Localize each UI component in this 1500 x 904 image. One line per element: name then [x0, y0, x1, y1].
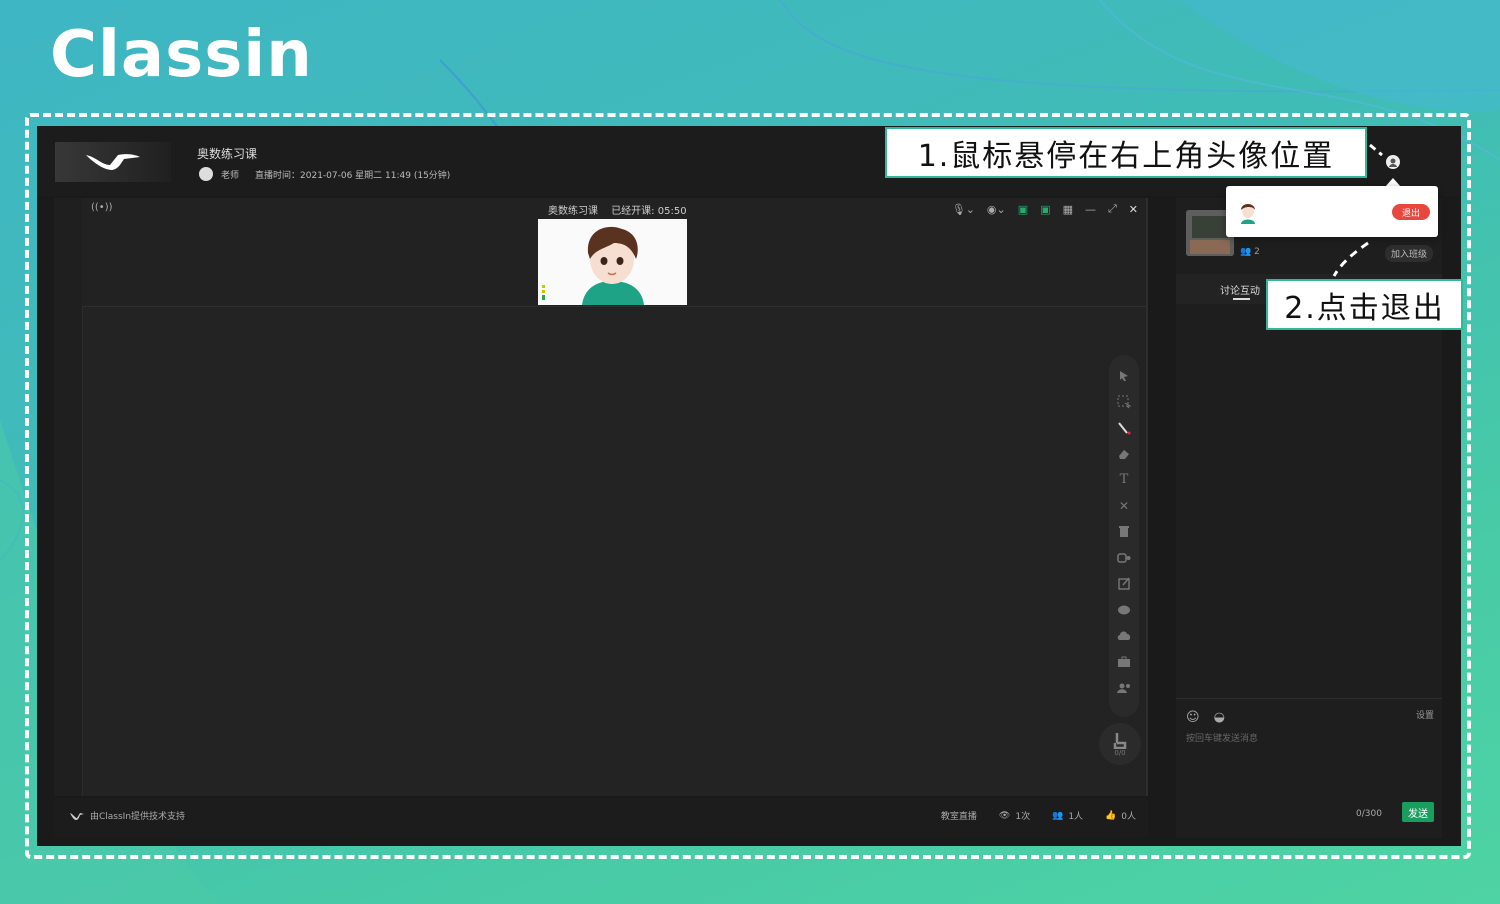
- powered-by: 由ClassIn提供技术支持: [70, 809, 185, 822]
- user-popup: 退出: [1226, 186, 1438, 237]
- teacher-avatar: [199, 167, 213, 181]
- course-title: 奥数练习课: [197, 147, 258, 161]
- chat-input[interactable]: 按回车键发送消息: [1186, 731, 1258, 744]
- views-count: 1次: [1015, 812, 1031, 822]
- broadcast-icon: ((•)): [91, 202, 113, 213]
- tab-discuss[interactable]: 讨论互动: [1220, 282, 1260, 297]
- hand-count: 0/0: [1114, 749, 1126, 757]
- people-icon: 👥: [1052, 810, 1064, 821]
- elapsed-time: 已经开课: 05:50: [611, 206, 687, 217]
- close-icon[interactable]: ✕: [1129, 203, 1138, 216]
- people-count: 1人: [1068, 812, 1084, 822]
- toolbox-icon[interactable]: [1116, 653, 1132, 670]
- image-icon[interactable]: ◒: [1214, 710, 1225, 725]
- live-time: 直播时间：2021-07-06 星期二 11:49 (15分钟): [255, 170, 451, 181]
- eye-icon: 👁: [998, 810, 1011, 821]
- hand-icon: [1113, 733, 1127, 749]
- stage-left-bar: [54, 198, 83, 796]
- likes-count: 0人: [1121, 812, 1136, 822]
- likes-stat: 👍 0人: [1105, 809, 1136, 823]
- text-icon[interactable]: T: [1116, 471, 1132, 488]
- classroom-stage[interactable]: ((•)) 奥数练习课 已经开课: 05:50 🎙⌄ ◉⌄ ▣ ▣ ▦ — ⤢ …: [54, 198, 1148, 796]
- stage-toolbar: 🎙⌄ ◉⌄ ▣ ▣ ▦ — ⤢ ✕: [952, 202, 1138, 216]
- whiteboard-toolbar: T ✕: [1109, 355, 1139, 717]
- char-count: 0/300: [1356, 809, 1382, 819]
- fullscreen-icon[interactable]: ⤢: [1108, 202, 1117, 216]
- people-stat: 👥 1人: [1052, 809, 1084, 823]
- cloud-icon[interactable]: [1116, 627, 1132, 644]
- stage-course-title: 奥数练习课: [548, 206, 598, 217]
- teacher-info: 老师 直播时间：2021-07-06 星期二 11:49 (15分钟): [199, 167, 450, 181]
- send-button[interactable]: 发送: [1402, 802, 1434, 822]
- thumbs-up-icon: 👍: [1105, 810, 1117, 821]
- powered-by-text: 由ClassIn提供技术支持: [90, 812, 186, 822]
- stage-title: 奥数练习课 已经开课: 05:50: [548, 202, 687, 217]
- join-class-button[interactable]: 加入班级: [1385, 245, 1434, 262]
- camera-icon[interactable]: ◉⌄: [987, 203, 1006, 216]
- pen-icon[interactable]: [1116, 419, 1132, 436]
- chat-tools: ☺ ◒: [1186, 710, 1225, 725]
- step2-callout: 2.点击退出: [1266, 279, 1463, 330]
- grid-icon[interactable]: ▦: [1063, 203, 1073, 216]
- chat-divider: [1176, 698, 1442, 699]
- chat-settings[interactable]: 设置: [1416, 708, 1434, 721]
- live-stats: 教室直播 👁 1次 👥 1人 👍 0人: [940, 809, 1136, 823]
- teacher-label: 老师: [221, 170, 240, 181]
- raise-hand-button[interactable]: 0/0: [1099, 723, 1141, 765]
- emoji-icon[interactable]: ☺: [1186, 710, 1200, 725]
- popup-avatar: [1237, 200, 1259, 224]
- step1-callout: 1.鼠标悬停在右上角头像位置: [885, 127, 1367, 178]
- stage-divider: [1146, 198, 1148, 796]
- logout-button[interactable]: 退出: [1392, 204, 1430, 220]
- pointer-icon[interactable]: [1116, 367, 1132, 384]
- classin-mini-icon: [70, 812, 84, 820]
- screen-icon[interactable]: ▣: [1040, 203, 1050, 216]
- record-icon[interactable]: [1116, 549, 1132, 566]
- teacher-video[interactable]: [538, 219, 687, 305]
- users-icon[interactable]: [1116, 679, 1132, 696]
- classin-logo: Classin: [50, 18, 313, 92]
- chat-bubble-icon[interactable]: [1116, 601, 1132, 618]
- trash-icon[interactable]: [1116, 523, 1132, 540]
- eraser-icon[interactable]: [1116, 445, 1132, 462]
- tab-active-indicator: [1233, 298, 1250, 300]
- scissors-icon[interactable]: ✕: [1116, 497, 1132, 514]
- select-icon[interactable]: [1116, 393, 1132, 410]
- video-strip: ((•)) 奥数练习课 已经开课: 05:50 🎙⌄ ◉⌄ ▣ ▣ ▦ — ⤢ …: [82, 198, 1148, 307]
- app-footer: 由ClassIn提供技术支持 教室直播 👁 1次 👥 1人 👍 0人: [54, 798, 1148, 838]
- minimize-icon[interactable]: —: [1085, 203, 1096, 216]
- app-logo-icon: [55, 142, 171, 182]
- views-stat: 👁 1次: [998, 809, 1031, 823]
- folder-icon[interactable]: ▣: [1018, 203, 1028, 216]
- classroom-live-label: 教室直播: [940, 812, 977, 822]
- user-avatar-icon[interactable]: [1386, 155, 1400, 169]
- member-count: 👥 2: [1240, 247, 1260, 257]
- edit-icon[interactable]: [1116, 575, 1132, 592]
- mic-icon[interactable]: 🎙⌄: [952, 203, 975, 216]
